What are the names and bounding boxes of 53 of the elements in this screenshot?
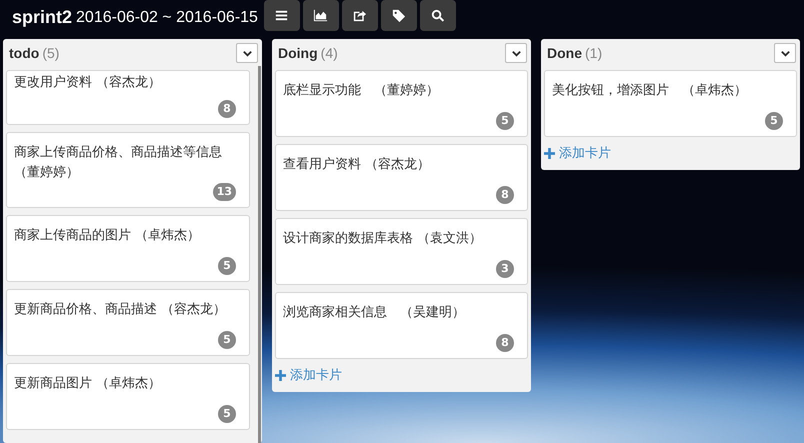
task-card[interactable]: 更新商品价格、商品描述 （容杰龙） 5	[6, 289, 250, 356]
list-title: todo	[9, 45, 40, 61]
list-menu-button[interactable]	[236, 43, 258, 63]
share-button[interactable]	[342, 0, 378, 31]
task-card[interactable]: 设计商家的数据库表格 （袁文洪） 3	[275, 218, 528, 285]
task-card[interactable]: 查看用户资料 （容杰龙） 8	[275, 144, 528, 211]
points-badge: 8	[496, 186, 514, 204]
card-title: 浏览商家相关信息 （吴建明）	[283, 304, 466, 322]
card-title: 设计商家的数据库表格 （袁文洪）	[283, 230, 484, 248]
card-title: 美化按钮，增添图片 （卓炜杰）	[552, 82, 748, 100]
points-badge: 13	[212, 183, 236, 201]
card-count: (1)	[585, 45, 602, 61]
sprint-title: sprint2	[12, 7, 72, 28]
plus-icon	[544, 148, 555, 158]
area-chart-button[interactable]	[302, 0, 339, 31]
points-badge: 5	[765, 112, 783, 130]
card-title: 查看用户资料 （容杰龙）	[283, 156, 432, 174]
search-icon	[430, 8, 446, 23]
points-badge: 5	[496, 112, 514, 130]
points-badge: 5	[218, 331, 236, 349]
points-badge: 5	[218, 257, 236, 275]
points-badge: 3	[496, 260, 514, 278]
task-card[interactable]: 浏览商家相关信息 （吴建明） 8	[275, 292, 528, 359]
list-title: Done	[547, 45, 582, 61]
task-card[interactable]: 更新商品图片 （卓炜杰） 5	[6, 363, 250, 430]
card-count: (5)	[42, 45, 60, 61]
list-title: Doing	[278, 45, 318, 61]
menu-button[interactable]	[264, 0, 300, 31]
task-card[interactable]: 商家上传商品价格、商品描述等信息（董婷婷） 13	[6, 132, 250, 208]
tag-button[interactable]	[380, 0, 417, 31]
points-badge: 5	[218, 405, 236, 423]
card-title: 更新商品图片 （卓炜杰）	[14, 375, 162, 393]
card-title: 底栏显示功能 （董婷婷）	[283, 82, 440, 100]
list-menu-button[interactable]	[505, 43, 527, 63]
task-card[interactable]: 底栏显示功能 （董婷婷） 5	[275, 70, 528, 137]
card-title: 更新商品价格、商品描述 （容杰龙）	[14, 301, 228, 319]
plus-icon	[275, 370, 286, 380]
task-card[interactable]: 商家上传商品的图片 （卓炜杰） 5	[6, 215, 250, 282]
sprint-dates: 2016-06-02 ~ 2016-06-15	[76, 8, 258, 26]
list-menu-button[interactable]	[774, 43, 796, 63]
card-title: 商家上传商品的图片 （卓炜杰）	[14, 227, 202, 245]
card-count: (4)	[320, 45, 338, 61]
area-chart-icon	[313, 8, 328, 23]
menu-icon	[274, 8, 290, 23]
task-card[interactable]: 更改用户资料 （容杰龙） 8	[6, 70, 250, 125]
points-badge: 8	[218, 100, 236, 118]
task-card[interactable]: 美化按钮，增添图片 （卓炜杰） 5	[544, 70, 797, 137]
points-badge: 8	[496, 334, 514, 352]
card-title: 更改用户资料 （容杰龙）	[14, 74, 162, 92]
card-title: 商家上传商品价格、商品描述等信息（董婷婷）	[14, 144, 223, 182]
tag-icon	[391, 8, 406, 23]
search-button[interactable]	[420, 0, 456, 31]
share-icon	[352, 8, 368, 23]
